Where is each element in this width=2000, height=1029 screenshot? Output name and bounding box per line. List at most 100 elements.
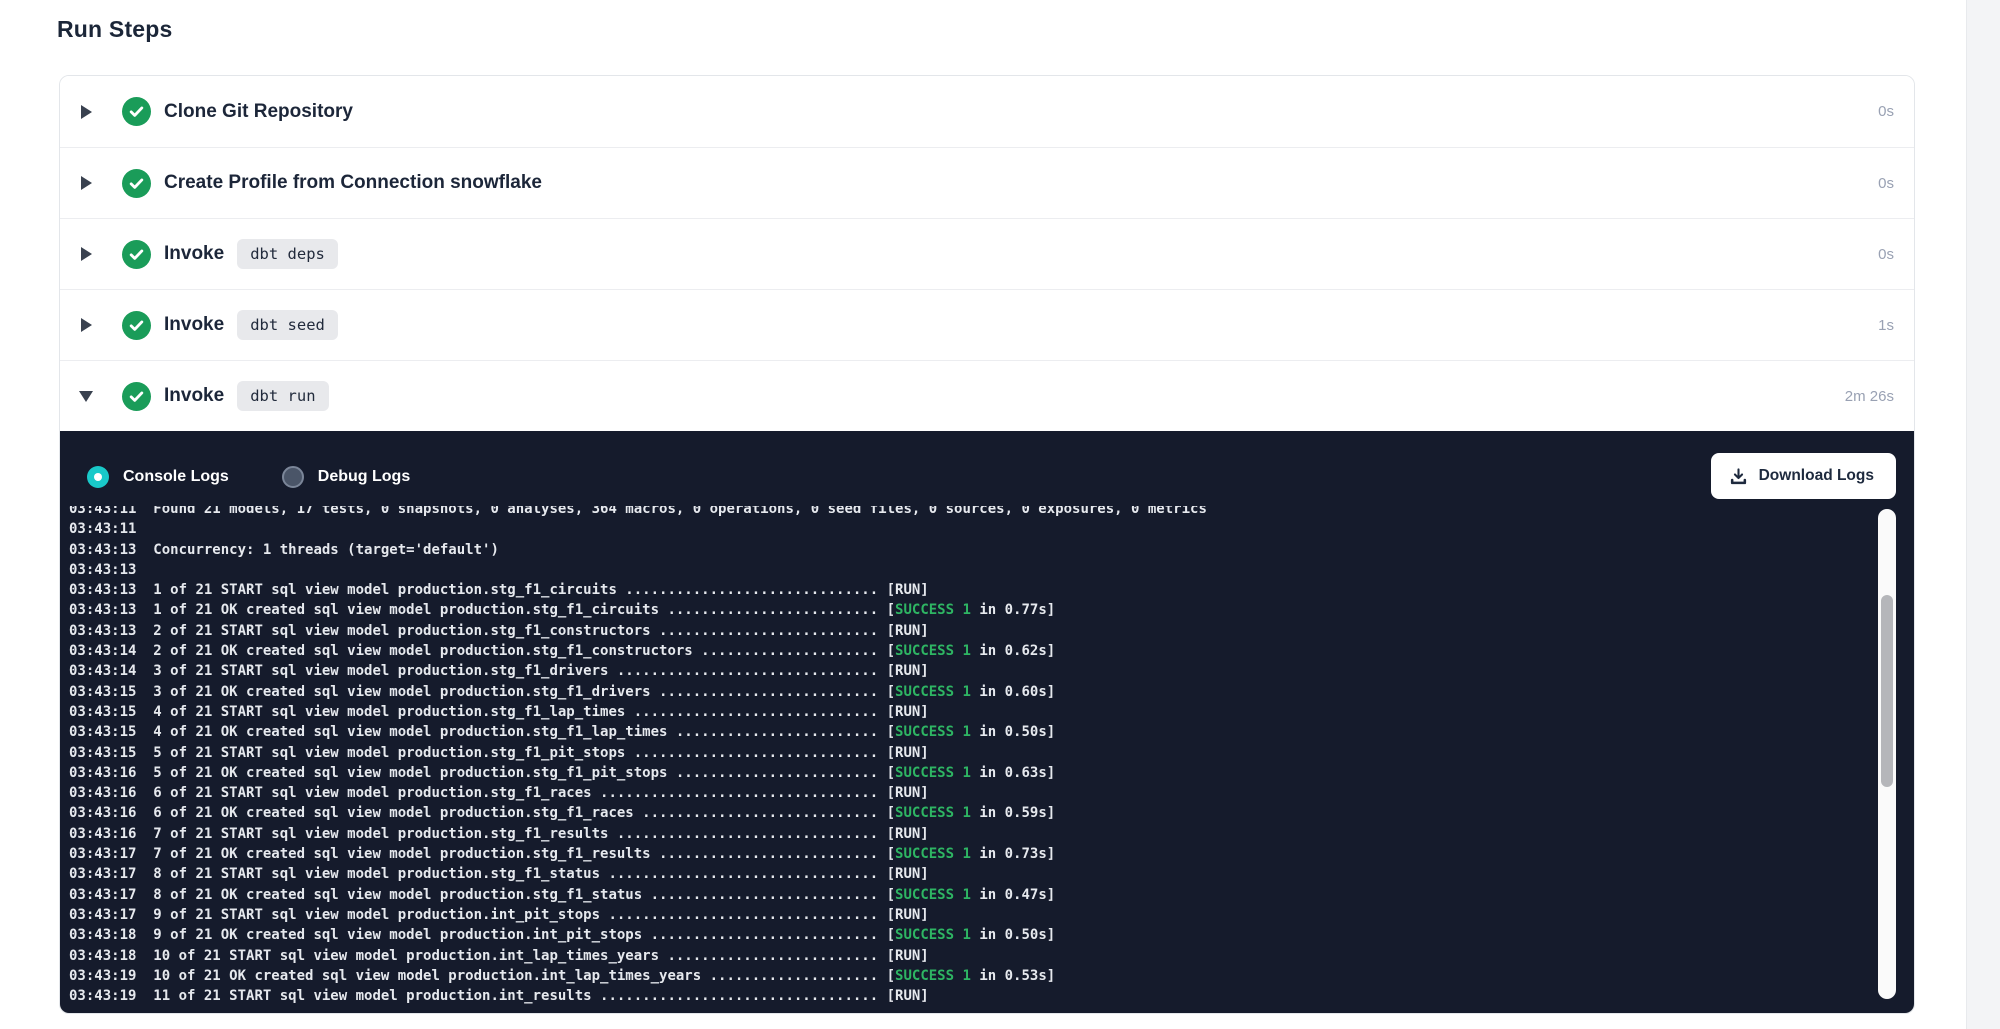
- log-message: 3 of 21 START sql view model production.…: [136, 663, 886, 679]
- log-timestamp: 03:43:15: [69, 704, 136, 720]
- status-success-icon: [122, 169, 151, 198]
- log-line: 03:43:15 4 of 21 START sql view model pr…: [69, 702, 1914, 722]
- log-timestamp: 03:43:19: [69, 988, 136, 1004]
- log-timestamp: 03:43:19: [69, 968, 136, 984]
- log-line: 03:43:13 2 of 21 START sql view model pr…: [69, 621, 1914, 641]
- run-steps-list: Clone Git Repository0sCreate Profile fro…: [60, 76, 1914, 431]
- log-status: [RUN]: [887, 663, 929, 679]
- log-scrollbar-track[interactable]: [1878, 509, 1896, 999]
- log-status: [RUN]: [887, 948, 929, 964]
- log-message: 8 of 21 OK created sql view model produc…: [136, 887, 886, 903]
- log-line: 03:43:18 10 of 21 START sql view model p…: [69, 946, 1914, 966]
- step-row[interactable]: Invokedbt deps0s: [60, 218, 1914, 289]
- log-timestamp: 03:43:16: [69, 826, 136, 842]
- step-row[interactable]: Create Profile from Connection snowflake…: [60, 147, 1914, 218]
- step-row[interactable]: Invoke dbt run 2m 26s: [60, 360, 1914, 431]
- log-status: [SUCCESS 1 in 0.50s]: [887, 724, 1056, 740]
- log-message: [136, 562, 153, 578]
- log-status: [RUN]: [887, 745, 929, 761]
- run-steps-card: Clone Git Repository0sCreate Profile fro…: [59, 75, 1915, 1014]
- download-logs-label: Download Logs: [1759, 467, 1874, 485]
- step-label: Invoke: [164, 385, 224, 407]
- log-line: 03:43:17 9 of 21 START sql view model pr…: [69, 905, 1914, 925]
- log-line: 03:43:14 3 of 21 START sql view model pr…: [69, 661, 1914, 681]
- log-line: 03:43:13 1 of 21 START sql view model pr…: [69, 580, 1914, 600]
- log-status: [SUCCESS 1 in 0.62s]: [887, 643, 1056, 659]
- download-logs-button[interactable]: Download Logs: [1711, 453, 1896, 499]
- status-success-icon: [122, 382, 151, 411]
- step-command-badge: dbt run: [237, 381, 328, 411]
- log-status: [SUCCESS 1 in 0.53s]: [887, 968, 1056, 984]
- log-timestamp: 03:43:11: [69, 506, 136, 517]
- log-timestamp: 03:43:15: [69, 684, 136, 700]
- status-success-icon: [122, 240, 151, 269]
- debug-logs-label: Debug Logs: [318, 468, 410, 486]
- log-message: 10 of 21 START sql view model production…: [136, 948, 886, 964]
- log-status: [RUN]: [887, 826, 929, 842]
- log-timestamp: 03:43:18: [69, 948, 136, 964]
- page-right-gutter: [1966, 0, 2000, 1029]
- step-label: Clone Git Repository: [164, 101, 353, 123]
- log-message: 2 of 21 START sql view model production.…: [136, 623, 886, 639]
- log-message: 9 of 21 START sql view model production.…: [136, 907, 886, 923]
- log-timestamp: 03:43:15: [69, 724, 136, 740]
- log-line: 03:43:17 8 of 21 OK created sql view mod…: [69, 885, 1914, 905]
- chevron-right-icon[interactable]: [78, 318, 94, 332]
- log-timestamp: 03:43:13: [69, 562, 136, 578]
- chevron-right-icon[interactable]: [78, 247, 94, 261]
- log-status: [SUCCESS 1 in 0.63s]: [887, 765, 1056, 781]
- chevron-right-icon[interactable]: [78, 176, 94, 190]
- log-status: [RUN]: [887, 785, 929, 801]
- step-duration: 0s: [1878, 103, 1894, 120]
- log-message: 3 of 21 OK created sql view model produc…: [136, 684, 886, 700]
- log-line: 03:43:14 2 of 21 OK created sql view mod…: [69, 641, 1914, 661]
- step-duration: 1s: [1878, 317, 1894, 334]
- step-row[interactable]: Invokedbt seed1s: [60, 289, 1914, 360]
- chevron-down-icon[interactable]: [78, 391, 94, 402]
- log-status: [SUCCESS 1 in 0.47s]: [887, 887, 1056, 903]
- log-message: 1 of 21 START sql view model production.…: [136, 582, 886, 598]
- log-panel: Console Logs Debug Logs Download Logs 03…: [60, 431, 1914, 1014]
- step-command-badge: dbt seed: [237, 310, 338, 340]
- chevron-right-icon[interactable]: [78, 105, 94, 119]
- step-duration: 0s: [1878, 246, 1894, 263]
- log-line: 03:43:15 3 of 21 OK created sql view mod…: [69, 682, 1914, 702]
- console-logs-radio[interactable]: Console Logs: [87, 466, 229, 488]
- log-timestamp: 03:43:17: [69, 887, 136, 903]
- step-label: Create Profile from Connection snowflake: [164, 172, 542, 194]
- log-status: [SUCCESS 1 in 0.59s]: [887, 805, 1056, 821]
- log-message: 11 of 21 START sql view model production…: [136, 988, 886, 1004]
- log-timestamp: 03:43:16: [69, 765, 136, 781]
- log-scrollbar-thumb[interactable]: [1881, 595, 1893, 787]
- log-message: 6 of 21 START sql view model production.…: [136, 785, 886, 801]
- step-duration: 0s: [1878, 175, 1894, 192]
- log-timestamp: 03:43:13: [69, 602, 136, 618]
- log-timestamp: 03:43:16: [69, 805, 136, 821]
- radio-selected-icon: [87, 466, 109, 488]
- log-message: 10 of 21 OK created sql view model produ…: [136, 968, 886, 984]
- log-status: [RUN]: [887, 866, 929, 882]
- log-line: 03:43:11 Found 21 models, 17 tests, 0 sn…: [69, 506, 1914, 519]
- page-title: Run Steps: [57, 16, 173, 43]
- log-line: 03:43:16 6 of 21 OK created sql view mod…: [69, 803, 1914, 823]
- step-duration: 2m 26s: [1845, 388, 1894, 405]
- log-status: [SUCCESS 1 in 0.77s]: [887, 602, 1056, 618]
- debug-logs-radio[interactable]: Debug Logs: [282, 466, 410, 488]
- step-label: Invoke: [164, 243, 224, 265]
- log-timestamp: 03:43:14: [69, 643, 136, 659]
- console-log-viewport[interactable]: 03:43:11 Found 21 models, 17 tests, 0 sn…: [60, 506, 1914, 1014]
- log-message: 2 of 21 OK created sql view model produc…: [136, 643, 886, 659]
- console-logs-label: Console Logs: [123, 468, 229, 486]
- log-message: 6 of 21 OK created sql view model produc…: [136, 805, 886, 821]
- log-status: [SUCCESS 1 in 0.73s]: [887, 846, 1056, 862]
- log-message: 5 of 21 OK created sql view model produc…: [136, 765, 886, 781]
- log-message: [136, 521, 153, 537]
- step-row[interactable]: Clone Git Repository 0s: [60, 76, 1914, 147]
- log-timestamp: 03:43:17: [69, 907, 136, 923]
- log-message: Concurrency: 1 threads (target='default'…: [136, 542, 498, 558]
- download-icon: [1729, 467, 1748, 486]
- log-status: [RUN]: [887, 623, 929, 639]
- log-timestamp: 03:43:11: [69, 521, 136, 537]
- log-message: 9 of 21 OK created sql view model produc…: [136, 927, 886, 943]
- log-status: [SUCCESS 1 in 0.60s]: [887, 684, 1056, 700]
